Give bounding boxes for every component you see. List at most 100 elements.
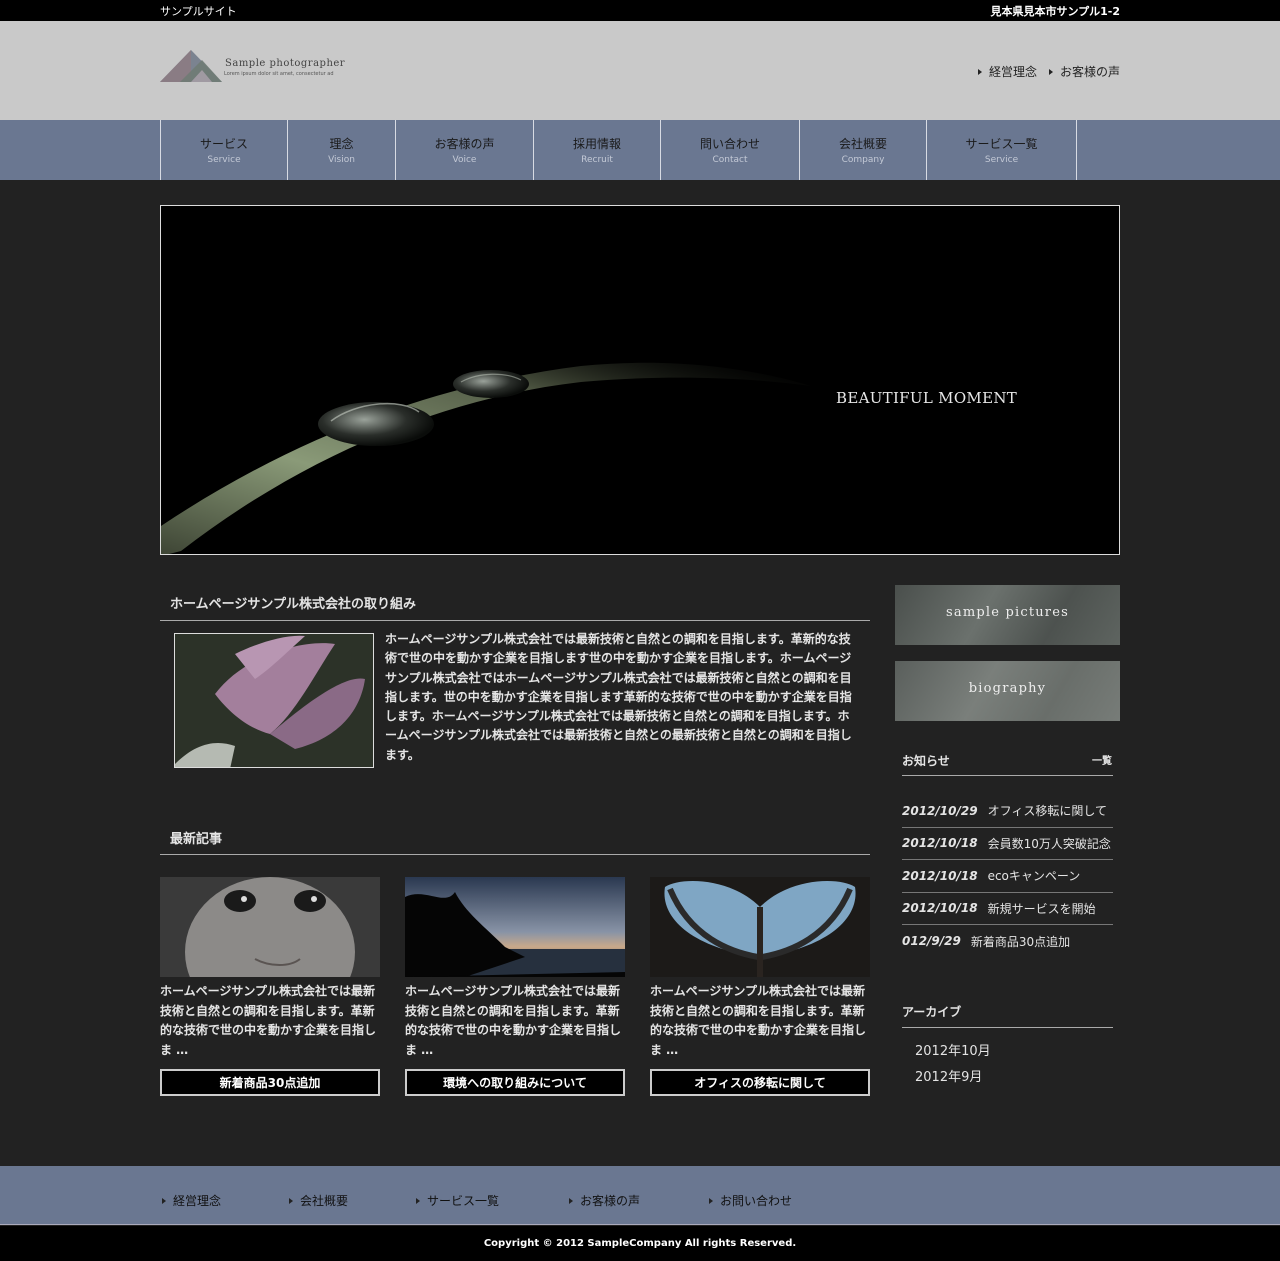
logo-mark-icon — [160, 50, 222, 82]
news-title-text: 新規サービスを開始 — [987, 901, 1096, 916]
butterfly-photo[interactable] — [650, 877, 870, 977]
archive-link[interactable]: 2012年10月 — [915, 1040, 991, 1059]
intro-text: ホームページサンプル株式会社では最新技術と自然との調和を目指します。革新的な技術… — [385, 632, 852, 762]
nav-label: お客様の声 — [434, 137, 495, 151]
nav-sublabel: Vision — [328, 155, 355, 165]
latest-title: 最新記事 — [170, 832, 223, 847]
logo[interactable]: Sample photographer Lorem ipsum dolor si… — [160, 50, 350, 84]
top-bar: サンプルサイト 見本県見本市サンプル1-2 — [0, 0, 1280, 21]
footer-link-label: サービス一覧 — [427, 1194, 500, 1208]
footer-link-label: お客様の声 — [580, 1194, 641, 1208]
footer-nav: 経営理念 会社概要 サービス一覧 お客様の声 お問い合わせ — [0, 1166, 1280, 1225]
news-title: お知らせ — [902, 754, 950, 768]
news-title-text: 新着商品30点追加 — [970, 934, 1071, 949]
footer-link-contact[interactable]: お問い合わせ — [709, 1192, 829, 1209]
divider — [902, 1027, 1113, 1028]
news-title-text: オフィス移転に関して — [987, 804, 1107, 819]
header-link-label: 経営理念 — [988, 65, 1037, 79]
article-card: ホームページサンプル株式会社では最新技術と自然との調和を目指します。革新的な技術… — [405, 877, 625, 1096]
article-button[interactable]: オフィスの移転に関して — [650, 1069, 870, 1096]
leaf-waterdrop-photo — [161, 206, 1119, 554]
news-date: 2012/10/18 — [902, 868, 978, 883]
nav-sublabel: Voice — [452, 155, 477, 165]
address: 見本県見本市サンプル1-2 — [990, 5, 1120, 18]
hero-image: BEAUTIFUL MOMENT — [160, 205, 1120, 555]
nav-item-recruit[interactable]: 採用情報 Recruit — [534, 120, 661, 180]
hero-caption: BEAUTIFUL MOMENT — [836, 389, 1018, 407]
header: Sample photographer Lorem ipsum dolor si… — [0, 21, 1280, 120]
banner-label: biography — [968, 681, 1047, 696]
arrow-right-icon — [1048, 68, 1053, 75]
divider — [160, 854, 870, 855]
news-date: 2012/10/18 — [902, 901, 978, 916]
nav-item-vision[interactable]: 理念 Vision — [288, 120, 396, 180]
doll-photo[interactable] — [160, 877, 380, 977]
footer-link-label: 会社概要 — [300, 1194, 349, 1208]
article-card: ホームページサンプル株式会社では最新技術と自然との調和を目指します。革新的な技術… — [160, 877, 380, 1096]
article-card: ホームページサンプル株式会社では最新技術と自然との調和を目指します。革新的な技術… — [650, 877, 870, 1096]
banner-biography[interactable]: biography — [895, 661, 1120, 721]
header-link-voice[interactable]: お客様の声 — [1048, 63, 1120, 80]
site-name[interactable]: サンプルサイト — [160, 3, 237, 19]
news-date: 012/9/29 — [902, 934, 961, 949]
banner-sample-pictures[interactable]: sample pictures — [895, 585, 1120, 645]
news-item[interactable]: 2012/10/18 新規サービスを開始 — [902, 893, 1113, 925]
arrow-right-icon — [416, 1197, 420, 1204]
copyright: Copyright © 2012 SampleCompany All right… — [0, 1226, 1280, 1261]
news-item[interactable]: 012/9/29 新着商品30点追加 — [902, 925, 1113, 958]
footer-link-voice[interactable]: お客様の声 — [569, 1192, 709, 1209]
news-item[interactable]: 2012/10/18 会員数10万人突破記念 — [902, 828, 1113, 860]
nav-item-service-list[interactable]: サービス一覧 Service — [927, 120, 1077, 180]
nav-label: 採用情報 — [572, 137, 621, 151]
nav-label: サービス — [199, 137, 248, 151]
article-button[interactable]: 新着商品30点追加 — [160, 1069, 380, 1096]
sunset-lake-photo[interactable] — [405, 877, 625, 977]
news-item[interactable]: 2012/10/18 ecoキャンペーン — [902, 860, 1113, 893]
header-links: 経営理念 お客様の声 — [977, 63, 1120, 80]
nav-item-voice[interactable]: お客様の声 Voice — [396, 120, 534, 180]
banner-label: sample pictures — [946, 605, 1069, 620]
intro-flower-photo — [174, 633, 374, 768]
nav-item-company[interactable]: 会社概要 Company — [800, 120, 927, 180]
arrow-right-icon — [162, 1197, 166, 1204]
header-link-label: お客様の声 — [1059, 65, 1120, 79]
divider — [160, 620, 870, 621]
archive-title: アーカイブ — [902, 1005, 962, 1019]
archive-list: 2012年10月 2012年9月 — [915, 1040, 991, 1092]
news-date: 2012/10/18 — [902, 836, 978, 851]
news-more-link[interactable]: 一覧 — [1092, 752, 1112, 767]
footer-link-service-list[interactable]: サービス一覧 — [416, 1192, 569, 1209]
logo-name: Sample photographer — [225, 58, 346, 69]
nav-sublabel: Recruit — [581, 155, 613, 165]
footer-link-company[interactable]: 会社概要 — [289, 1192, 416, 1209]
nav-label: サービス一覧 — [965, 137, 1038, 151]
archive-link[interactable]: 2012年9月 — [915, 1066, 991, 1085]
nav-sublabel: Contact — [712, 155, 748, 165]
intro-title: ホームページサンプル株式会社の取り組み — [170, 597, 416, 612]
arrow-right-icon — [569, 1197, 573, 1204]
article-button[interactable]: 環境への取り組みについて — [405, 1069, 625, 1096]
nav-label: 会社概要 — [838, 137, 887, 151]
divider — [902, 775, 1113, 776]
article-excerpt: ホームページサンプル株式会社では最新技術と自然との調和を目指します。革新的な技術… — [405, 984, 622, 1057]
nav-sublabel: Service — [984, 155, 1019, 165]
news-list: 2012/10/29 オフィス移転に関して 2012/10/18 会員数10万人突破… — [902, 795, 1113, 958]
arrow-right-icon — [977, 68, 982, 75]
news-title-text: 会員数10万人突破記念 — [987, 836, 1111, 851]
footer-link-label: 経営理念 — [173, 1194, 222, 1208]
nav-item-contact[interactable]: 問い合わせ Contact — [661, 120, 800, 180]
article-excerpt: ホームページサンプル株式会社では最新技術と自然との調和を目指します。革新的な技術… — [160, 984, 377, 1057]
nav-item-service[interactable]: サービス Service — [161, 120, 288, 180]
footer-link-philosophy[interactable]: 経営理念 — [162, 1192, 289, 1209]
news-item[interactable]: 2012/10/29 オフィス移転に関して — [902, 795, 1113, 828]
global-nav: サービス Service 理念 Vision お客様の声 Voice 採用情報 Recr… — [0, 120, 1280, 180]
header-link-philosophy[interactable]: 経営理念 — [977, 63, 1037, 80]
nav-label: 問い合わせ — [699, 137, 760, 151]
news-date: 2012/10/29 — [902, 803, 978, 818]
nav-label: 理念 — [329, 137, 354, 151]
arrow-right-icon — [289, 1197, 293, 1204]
footer-link-label: お問い合わせ — [720, 1194, 793, 1208]
nav-sublabel: Service — [207, 155, 241, 165]
arrow-right-icon — [709, 1197, 713, 1204]
news-title-text: ecoキャンペーン — [987, 869, 1081, 884]
